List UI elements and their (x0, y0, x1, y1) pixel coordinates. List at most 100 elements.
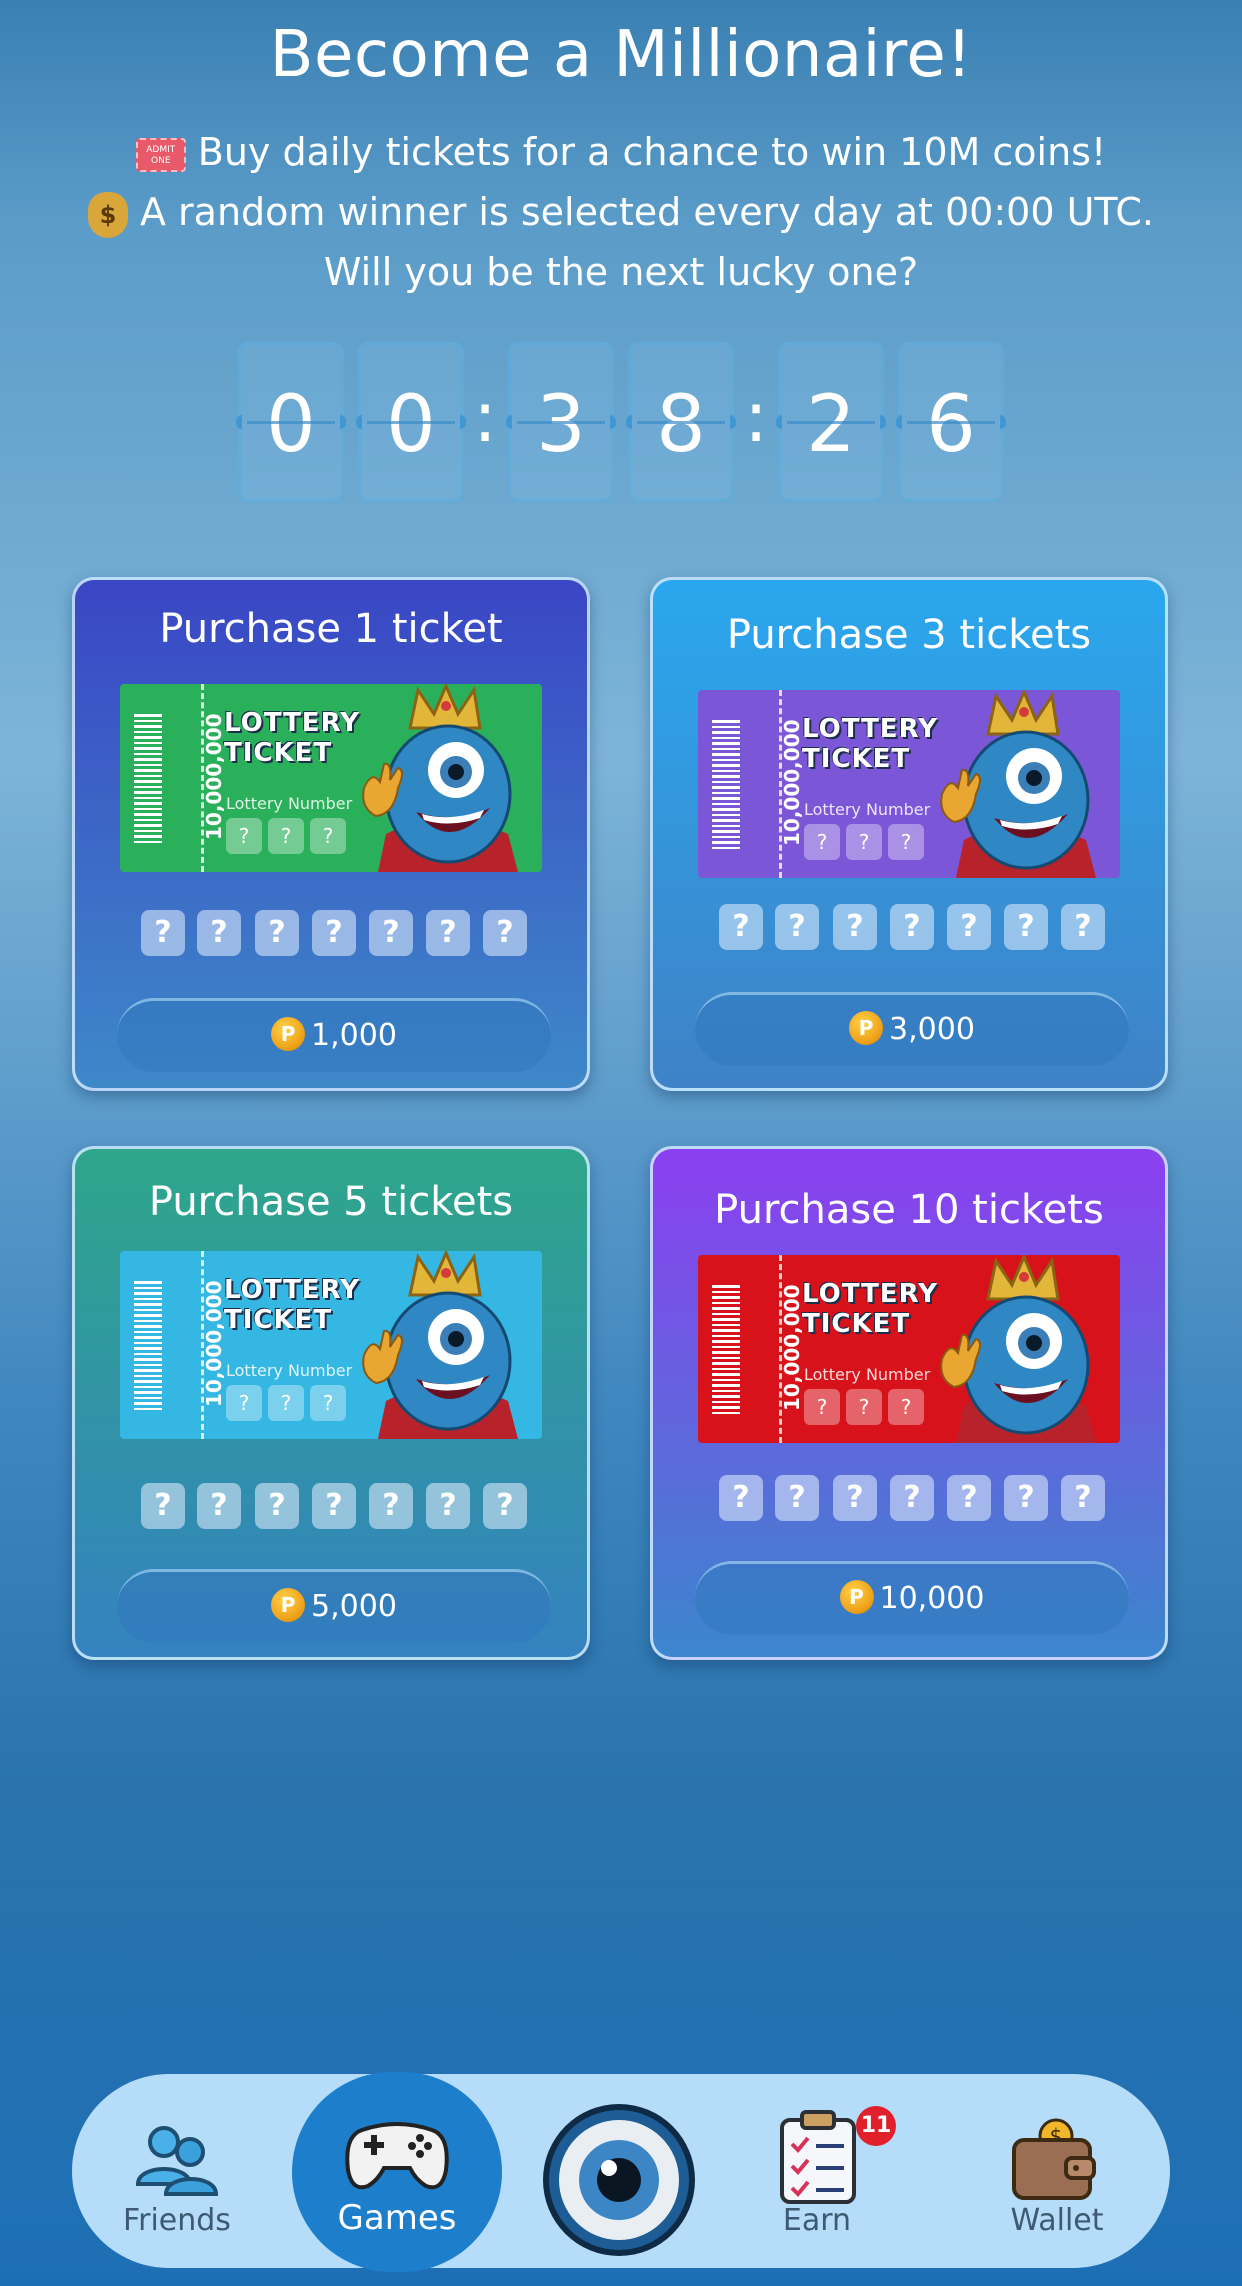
hidden-number-slot: ? (483, 1483, 527, 1529)
ticket-number-slot: ? (226, 1385, 262, 1421)
mascot-king-icon (940, 1255, 1096, 1443)
hidden-number-slot: ? (1061, 1475, 1105, 1521)
number-slots: ??????? (653, 904, 1165, 952)
description-line-3: Will you be the next lucky one? (323, 250, 919, 294)
ticket-package-card[interactable]: Purchase 1 ticket 10,000,000 LOTTERY TICK… (72, 577, 590, 1091)
lottery-ticket-image: 10,000,000 LOTTERY TICKET Lottery Number … (698, 1255, 1120, 1443)
nav-label: Friends (123, 2203, 231, 2238)
ticket-number-slot: ? (888, 824, 924, 860)
admission-ticket-icon: ADMIT ONE (135, 137, 186, 172)
hidden-number-slot: ? (426, 1483, 470, 1529)
checklist-icon (780, 2110, 856, 2204)
ticket-package-card[interactable]: Purchase 5 tickets 10,000,000 LOTTERY TIC… (72, 1146, 590, 1660)
lottery-ticket-image: 10,000,000 LOTTERY TICKET Lottery Number … (698, 690, 1120, 878)
friends-icon (135, 2126, 219, 2196)
hidden-number-slot: ? (775, 1475, 819, 1521)
hidden-number-slot: ? (1004, 1475, 1048, 1521)
mascot-king-icon (940, 690, 1096, 878)
ticket-title: LOTTERY TICKET (224, 1275, 360, 1335)
hidden-number-slot: ? (947, 1475, 991, 1521)
hidden-number-slot: ? (775, 904, 819, 950)
nav-earn[interactable]: 11 Earn (742, 2074, 896, 2268)
ticket-number-slot: ? (804, 1389, 840, 1425)
ticket-number-label: Lottery Number (804, 800, 931, 819)
hidden-number-slot: ? (483, 910, 527, 956)
hidden-number-slot: ? (312, 910, 356, 956)
ticket-package-card[interactable]: Purchase 3 tickets 10,000,000 LOTTERY TIC… (650, 577, 1168, 1091)
ticket-amount: 10,000,000 (202, 713, 226, 840)
ticket-stub (698, 690, 782, 878)
price-label: 3,000 (889, 1012, 975, 1047)
timer-digit: 6 (896, 342, 1006, 502)
ticket-number-slot: ? (226, 818, 262, 854)
timer-separator: : (744, 376, 768, 458)
buy-button[interactable]: P 10,000 (695, 1561, 1129, 1635)
bottom-nav: Friends Games 11 Earn $ Wallet (72, 2072, 1170, 2272)
ticket-number-slot: ? (268, 1385, 304, 1421)
nav-label: Wallet (1010, 2203, 1104, 2238)
ticket-number-slot: ? (846, 1389, 882, 1425)
buy-button[interactable]: P 5,000 (117, 1569, 551, 1643)
hidden-number-slot: ? (833, 1475, 877, 1521)
ticket-number-slot: ? (804, 824, 840, 860)
ticket-number-slot: ? (310, 1385, 346, 1421)
description-line-1: ADMIT ONE Buy daily tickets for a chance … (0, 130, 1242, 174)
mascot-king-icon (362, 1251, 518, 1439)
ticket-amount: 10,000,000 (780, 719, 804, 846)
hidden-number-slot: ? (141, 1483, 185, 1529)
notification-badge: 11 (856, 2106, 896, 2146)
ticket-title: LOTTERY TICKET (802, 1279, 938, 1339)
buy-button[interactable]: P 1,000 (117, 998, 551, 1072)
hidden-number-slot: ? (369, 910, 413, 956)
nav-games[interactable]: Games (292, 2074, 502, 2268)
page-title: Become a Millionaire! (269, 18, 973, 92)
ticket-number-label: Lottery Number (804, 1365, 931, 1384)
coin-icon: P (839, 1580, 874, 1614)
card-title: Purchase 5 tickets (148, 1179, 514, 1225)
price-label: 1,000 (311, 1018, 397, 1053)
ticket-amount: 10,000,000 (202, 1280, 226, 1407)
buy-button[interactable]: P 3,000 (695, 992, 1129, 1066)
timer-separator: : (473, 376, 497, 458)
ticket-number-label: Lottery Number (226, 1361, 353, 1380)
countdown-timer: 0 0 : 3 8 : 2 6 (0, 342, 1242, 502)
timer-digit: 3 (506, 342, 616, 502)
ticket-stub (698, 1255, 782, 1443)
barcode-icon (134, 714, 162, 844)
card-title: Purchase 1 ticket (159, 606, 503, 652)
coin-icon: P (849, 1011, 884, 1045)
hidden-number-slot: ? (197, 910, 241, 956)
ticket-stub (120, 1251, 204, 1439)
wallet-icon: $ (1012, 2118, 1096, 2200)
mascot-king-icon (362, 684, 518, 872)
card-title: Purchase 3 tickets (726, 612, 1092, 658)
ticket-stub (120, 684, 204, 872)
hidden-number-slot: ? (1004, 904, 1048, 950)
number-slots: ??????? (75, 910, 587, 958)
nav-eye[interactable] (534, 2074, 704, 2268)
ticket-title: LOTTERY TICKET (802, 714, 938, 774)
number-slots: ??????? (653, 1475, 1165, 1523)
barcode-icon (712, 1285, 740, 1415)
hidden-number-slot: ? (719, 1475, 763, 1521)
ticket-amount: 10,000,000 (780, 1284, 804, 1411)
hidden-number-slot: ? (890, 1475, 934, 1521)
nav-wallet[interactable]: $ Wallet (982, 2074, 1132, 2268)
ticket-number-slot: ? (846, 824, 882, 860)
hidden-number-slot: ? (141, 910, 185, 956)
nav-label: Earn (782, 2203, 852, 2238)
number-slots: ??????? (75, 1483, 587, 1531)
coin-icon: P (271, 1017, 306, 1051)
hidden-number-slot: ? (890, 904, 934, 950)
hidden-number-slot: ? (197, 1483, 241, 1529)
money-bag-icon: $ (87, 191, 128, 238)
lottery-ticket-image: 10,000,000 LOTTERY TICKET Lottery Number … (120, 1251, 542, 1439)
price-label: 5,000 (311, 1589, 397, 1624)
nav-label: Games (337, 2198, 457, 2238)
nav-friends[interactable]: Friends (102, 2074, 252, 2268)
ticket-package-card[interactable]: Purchase 10 tickets 10,000,000 LOTTERY TI… (650, 1146, 1168, 1660)
hidden-number-slot: ? (833, 904, 877, 950)
timer-digit: 0 (236, 342, 346, 502)
hidden-number-slot: ? (312, 1483, 356, 1529)
hidden-number-slot: ? (426, 910, 470, 956)
